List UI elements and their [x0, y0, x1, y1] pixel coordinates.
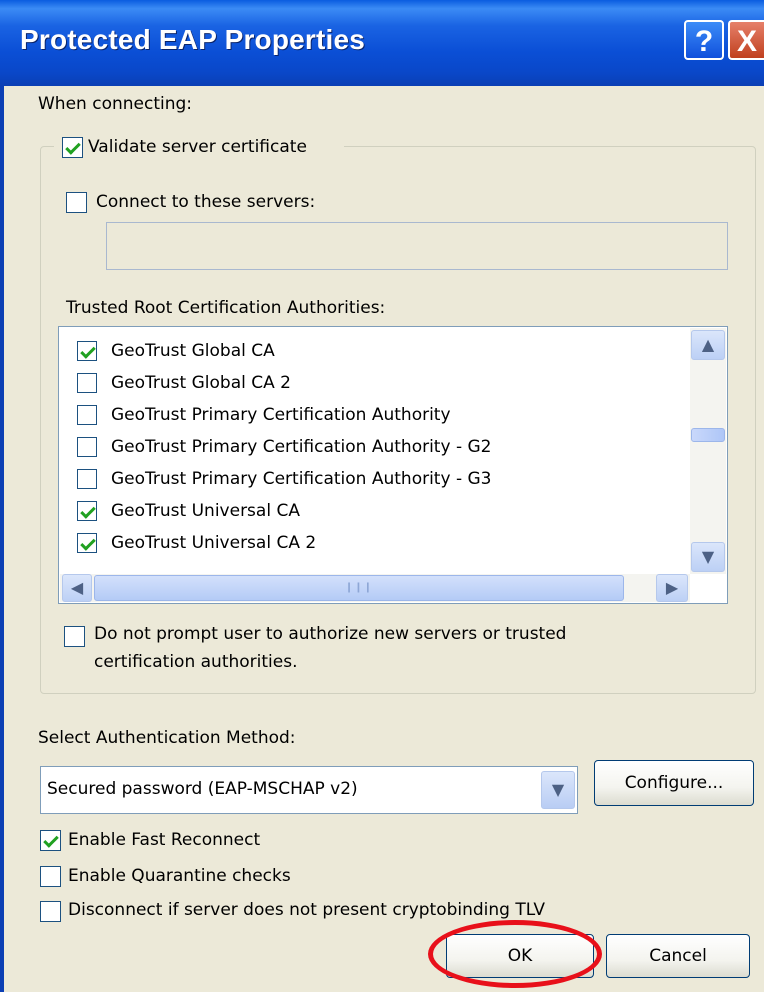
- do-not-prompt-checkbox[interactable]: [64, 626, 85, 647]
- help-icon: ?: [694, 25, 714, 58]
- dropdown-arrow-button[interactable]: ▼: [541, 771, 575, 809]
- connect-servers-label: Connect to these servers:: [96, 192, 316, 212]
- chevron-right-icon: ▶: [665, 578, 679, 597]
- auth-method-value: Secured password (EAP-MSCHAP v2): [47, 779, 358, 799]
- validate-certificate-checkbox[interactable]: [62, 137, 83, 158]
- scroll-left-button[interactable]: ◀: [62, 574, 92, 602]
- title-bar[interactable]: Protected EAP Properties ? X: [0, 0, 764, 86]
- ca-checkbox[interactable]: [77, 533, 97, 553]
- ca-name: GeoTrust Primary Certification Authority: [111, 405, 451, 425]
- ca-name: GeoTrust Primary Certification Authority…: [111, 437, 492, 457]
- trusted-ca-label: Trusted Root Certification Authorities:: [66, 298, 386, 318]
- ca-name: GeoTrust Universal CA 2: [111, 533, 317, 553]
- ca-name: GeoTrust Universal CA: [111, 501, 300, 521]
- fast-reconnect-label: Enable Fast Reconnect: [68, 830, 261, 850]
- when-connecting-label: When connecting:: [38, 94, 193, 114]
- chevron-down-icon: ▼: [701, 547, 715, 566]
- close-button[interactable]: X: [728, 20, 764, 60]
- connect-servers-checkbox[interactable]: [66, 192, 87, 213]
- window-title: Protected EAP Properties: [20, 24, 366, 55]
- ca-checkbox[interactable]: [77, 501, 97, 521]
- chevron-left-icon: ◀: [70, 578, 84, 597]
- eap-properties-dialog: Protected EAP Properties ? X When connec…: [0, 0, 764, 992]
- auth-method-label: Select Authentication Method:: [38, 728, 296, 748]
- scroll-up-button[interactable]: ▲: [691, 330, 725, 360]
- cryptobinding-checkbox[interactable]: [40, 901, 61, 922]
- ca-checkbox[interactable]: [77, 341, 97, 361]
- fast-reconnect-checkbox[interactable]: [40, 830, 61, 851]
- scroll-down-button[interactable]: ▼: [691, 542, 725, 572]
- quarantine-label: Enable Quarantine checks: [68, 866, 291, 886]
- horizontal-scroll-thumb[interactable]: ❙❙❙: [94, 575, 624, 601]
- do-not-prompt-label-line2: certification authorities.: [94, 652, 298, 672]
- ca-checkbox[interactable]: [77, 437, 97, 457]
- ca-checkbox[interactable]: [77, 469, 97, 489]
- ca-name: GeoTrust Global CA 2: [111, 373, 291, 393]
- scroll-right-button[interactable]: ▶: [656, 574, 688, 602]
- ca-checkbox[interactable]: [77, 373, 97, 393]
- horizontal-scrollbar[interactable]: ◀ ❙❙❙ ▶: [60, 574, 690, 602]
- highlight-ring: [428, 920, 602, 988]
- ca-name: GeoTrust Global CA: [111, 341, 275, 361]
- auth-method-select[interactable]: Secured password (EAP-MSCHAP v2) ▼: [40, 766, 578, 814]
- cancel-button[interactable]: Cancel: [606, 934, 750, 978]
- vertical-scroll-thumb[interactable]: [691, 428, 725, 442]
- configure-button[interactable]: Configure...: [594, 760, 754, 806]
- servers-input[interactable]: [106, 222, 728, 270]
- ca-checkbox[interactable]: [77, 405, 97, 425]
- do-not-prompt-label-line1: Do not prompt user to authorize new serv…: [94, 624, 567, 644]
- cryptobinding-label: Disconnect if server does not present cr…: [68, 900, 545, 920]
- vertical-scrollbar[interactable]: ▲ ▼: [690, 328, 726, 574]
- cancel-button-label: Cancel: [649, 946, 707, 966]
- configure-button-label: Configure...: [624, 773, 724, 793]
- validate-certificate-label: Validate server certificate: [88, 137, 307, 157]
- ca-name: GeoTrust Primary Certification Authority…: [111, 469, 492, 489]
- close-icon: X: [736, 25, 757, 58]
- grip-icon: ❙❙❙: [344, 582, 374, 593]
- chevron-down-icon: ▼: [551, 780, 565, 799]
- chevron-up-icon: ▲: [701, 335, 715, 354]
- quarantine-checkbox[interactable]: [40, 866, 61, 887]
- trusted-ca-list[interactable]: GeoTrust Global CA GeoTrust Global CA 2 …: [58, 326, 728, 604]
- window-border: [0, 86, 4, 992]
- help-button[interactable]: ?: [684, 20, 724, 60]
